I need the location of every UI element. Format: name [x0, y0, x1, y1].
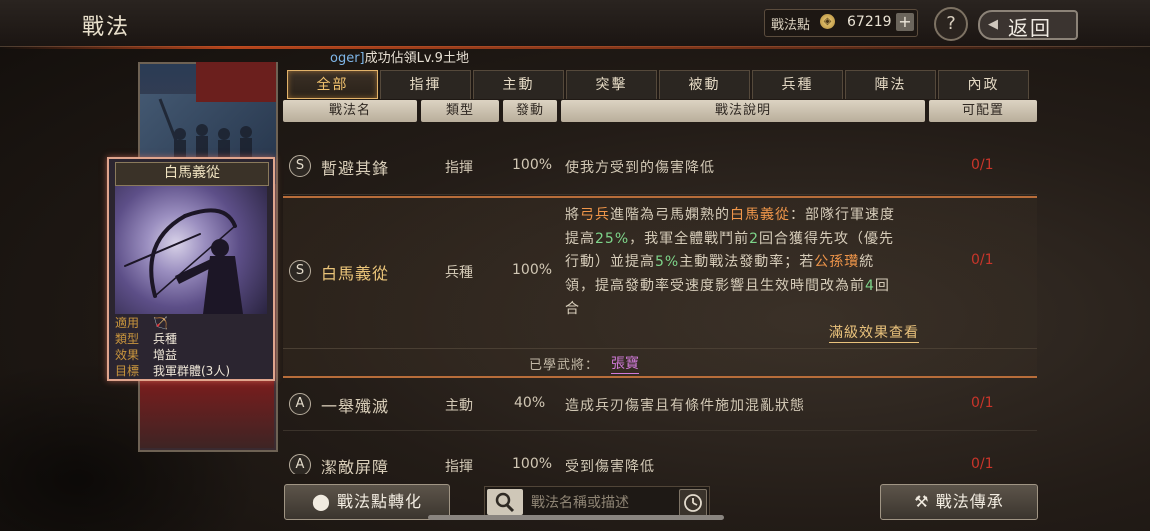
description-line: 領，提高發動率受速度影響且生效時間改為前4回 — [565, 277, 890, 294]
tactic-rate: 100% — [512, 262, 553, 278]
grade-badge: S — [289, 260, 311, 282]
table-row[interactable]: S 暫避其鋒 指揮 100% 使我方受到的傷害降低 0/1 — [283, 136, 1037, 195]
max-level-effect-link[interactable]: 滿級效果查看 — [829, 322, 919, 343]
tactic-slots: 0/1 — [971, 252, 994, 268]
tactic-description: 使我方受到的傷害降低 — [565, 160, 715, 176]
card-stack-bottom — [140, 380, 274, 448]
tab-formation[interactable]: 陣法 — [845, 70, 936, 99]
back-label: 返回 — [1008, 16, 1052, 40]
hammer-icon: ⚒ — [914, 492, 930, 511]
tactic-description: 將弓兵進階為弓馬嫻熟的白馬義從：部隊行軍速度 提高25%，我軍全體戰鬥前2回合獲… — [565, 204, 925, 322]
description-line: 合 — [565, 301, 580, 317]
tab-active[interactable]: 主動 — [473, 70, 564, 99]
tab-troop[interactable]: 兵種 — [752, 70, 843, 99]
description-line: 將弓兵進階為弓馬嫻熟的白馬義從：部隊行軍速度 — [565, 207, 895, 223]
card-info-row: 目標 我軍群體(3人) — [115, 363, 267, 379]
ticker-user: oger] — [330, 51, 365, 66]
tactic-inherit-button[interactable]: ⚒ 戰法傳承 — [880, 484, 1038, 520]
top-bar-glow — [0, 46, 1150, 49]
tactic-name: 一舉殲滅 — [321, 397, 390, 416]
tactic-name: 白馬義從 — [321, 264, 390, 283]
tactic-inherit-label: 戰法傳承 — [935, 492, 1004, 511]
column-header-description: 戰法說明 — [561, 100, 925, 122]
tactic-slots: 0/1 — [971, 456, 994, 472]
tactic-rate: 100% — [512, 157, 553, 173]
tactic-points-panel: 戰法點 ◈ 67219 + — [764, 9, 918, 37]
ticker-text: 成功佔領Lv.9土地 — [364, 51, 469, 66]
points-value: 67219 — [847, 14, 892, 30]
learned-label: 已學武將： — [529, 358, 600, 373]
column-header-rate[interactable]: 發動 — [503, 100, 557, 122]
coin-icon: ⬤ — [311, 492, 331, 511]
convert-points-button[interactable]: ⬤ 戰法點轉化 — [284, 484, 450, 520]
table-row[interactable]: A 一舉殲滅 主動 40% 造成兵刃傷害且有條件施加混亂狀態 0/1 — [283, 378, 1037, 431]
card-info-key: 適用 — [115, 316, 140, 330]
announcement-ticker: oger]成功佔領Lv.9土地 — [330, 47, 469, 66]
card-title: 白馬義從 — [115, 162, 269, 186]
back-button[interactable]: ◀ 返回 — [978, 6, 1078, 40]
tactic-rate: 40% — [514, 395, 546, 411]
table-row-expanded[interactable]: S 白馬義從 兵種 100% 將弓兵進階為弓馬嫻熟的白馬義從：部隊行軍速度 提高… — [283, 196, 1037, 378]
tactic-type: 兵種 — [445, 265, 473, 281]
card-info-value: 兵種 — [153, 332, 178, 346]
column-header-slots[interactable]: 可配置 — [929, 100, 1037, 122]
card-info-value: 我軍群體(3人) — [153, 364, 230, 378]
page-title: 戰法 — [82, 15, 131, 40]
help-button[interactable]: ? — [934, 7, 968, 41]
search-icon[interactable] — [487, 489, 523, 515]
tactic-name: 潔敵屏障 — [321, 458, 390, 474]
tab-all[interactable]: 全部 — [287, 70, 378, 99]
tab-passive[interactable]: 被動 — [659, 70, 750, 99]
card-info-key: 效果 — [115, 348, 140, 362]
tactics-list[interactable]: S 暫避其鋒 指揮 100% 使我方受到的傷害降低 0/1 S 白馬義從 兵種 … — [283, 124, 1037, 474]
learned-generals: 已學武將： 張寶 — [283, 348, 1037, 375]
category-tabs: 全部 指揮 主動 突擊 被動 兵種 陣法 內政 — [287, 70, 1029, 99]
tactic-slots: 0/1 — [971, 395, 994, 411]
tab-internal[interactable]: 內政 — [938, 70, 1029, 99]
tactic-type: 指揮 — [445, 160, 473, 176]
bow-icon: 🏹 — [153, 316, 168, 330]
column-header-name[interactable]: 戰法名 — [283, 100, 417, 122]
card-info-key: 類型 — [115, 332, 140, 346]
table-row[interactable]: A 潔敵屏障 指揮 100% 受到傷害降低 0/1 — [283, 440, 1037, 474]
clock-icon[interactable] — [679, 489, 707, 517]
home-indicator[interactable] — [428, 515, 724, 520]
top-bar: 戰法 戰法點 ◈ 67219 + ? ◀ 返回 — [0, 0, 1150, 49]
tactic-name: 暫避其鋒 — [321, 159, 390, 178]
description-line: 行動）並提高5%主動戰法發動率；若公孫瓚統 — [565, 254, 875, 270]
card-info-row: 適用 🏹 — [115, 315, 267, 331]
card-info-value: 增益 — [153, 348, 178, 362]
card-info-key: 目標 — [115, 364, 140, 378]
tactic-slots: 0/1 — [971, 157, 994, 173]
tactic-type: 主動 — [445, 398, 473, 414]
points-label: 戰法點 — [771, 18, 811, 33]
column-header-type[interactable]: 類型 — [421, 100, 499, 122]
card-info-row: 類型 兵種 — [115, 331, 267, 347]
description-line: 提高25%，我軍全體戰鬥前2回合獲得先攻（優先 — [565, 230, 895, 247]
card-top-strip — [196, 62, 276, 102]
tab-assault[interactable]: 突擊 — [566, 70, 657, 99]
grade-badge: S — [289, 155, 311, 177]
search-input[interactable] — [529, 490, 673, 516]
convert-points-label: 戰法點轉化 — [336, 492, 422, 511]
card-art — [115, 186, 267, 314]
back-arrow-icon: ◀ — [988, 17, 998, 32]
tab-command[interactable]: 指揮 — [380, 70, 471, 99]
archer-icon — [124, 208, 243, 314]
grade-badge: A — [289, 393, 311, 415]
card-info-row: 效果 增益 — [115, 347, 267, 363]
card-info: 適用 🏹 類型 兵種 效果 增益 目標 我軍群體(3人) — [115, 315, 267, 379]
table-header: 戰法名 類型 發動 戰法說明 可配置 — [283, 100, 1037, 122]
tactic-type: 指揮 — [445, 459, 473, 474]
tactic-point-coin-icon: ◈ — [820, 14, 835, 29]
tactic-description: 受到傷害降低 — [565, 459, 655, 474]
grade-badge: A — [289, 454, 311, 474]
selected-tactic-card[interactable]: 白馬義從 適用 🏹 類型 兵種 效果 增益 目標 我軍群體(3人) — [107, 157, 275, 381]
learned-general-link[interactable]: 張寶 — [611, 353, 639, 374]
add-points-button[interactable]: + — [896, 13, 914, 31]
search-bar — [484, 486, 710, 518]
tactic-description: 造成兵刃傷害且有條件施加混亂狀態 — [565, 398, 805, 414]
tactic-rate: 100% — [512, 456, 553, 472]
